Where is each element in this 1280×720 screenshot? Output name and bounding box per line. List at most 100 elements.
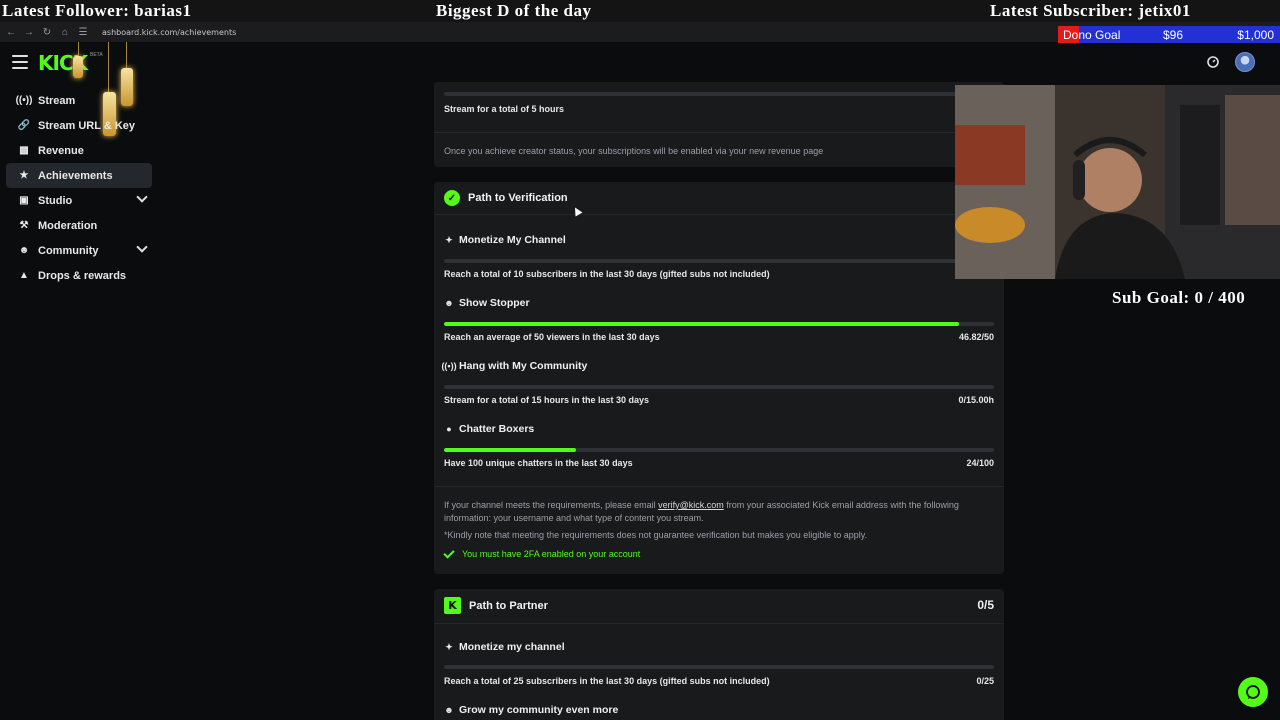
sidebar-item-label: Studio [38, 194, 73, 207]
progress-track [444, 259, 994, 263]
requirement-title: ● Chatter Boxers [444, 423, 534, 435]
chat-icon: ● [446, 424, 452, 434]
wrench-icon: ⚒ [19, 220, 29, 231]
sidebar-item-stream-url-key[interactable]: 🔗 Stream URL & Key [6, 113, 152, 138]
kick-badge-icon: K [444, 597, 461, 614]
stream-overlay-bar: Latest Follower: barias1 Biggest D of th… [0, 0, 1280, 22]
requirement-title-text: Show Stopper [459, 297, 530, 309]
chevron-down-icon[interactable] [136, 191, 148, 203]
latest-follower-text: Latest Follower: barias1 [2, 1, 192, 20]
progress-track [444, 322, 994, 326]
verification-disclaimer: *Kindly note that meeting the requiremen… [444, 530, 868, 540]
chat-support-button[interactable] [1238, 677, 1268, 707]
progress-fill [444, 322, 960, 326]
requirement-description: Reach an average of 50 viewers in the la… [444, 332, 660, 342]
back-icon[interactable]: ← [4, 25, 18, 39]
people-icon: ☻ [444, 705, 454, 715]
beta-label: BETA [90, 52, 103, 58]
menu-icon[interactable] [12, 55, 28, 69]
verification-info-line2: information: your username and what type… [444, 513, 704, 523]
requirement-description: Stream for a total of 5 hours [444, 104, 565, 114]
chat-icon [1246, 685, 1260, 699]
requirement-title: ☻ Grow my community even more [444, 704, 618, 716]
lantern-string [108, 42, 109, 92]
twofa-requirement: You must have 2FA enabled on your accoun… [443, 546, 641, 559]
chart-icon: ▩ [19, 145, 29, 156]
webcam-feed [955, 85, 1280, 279]
sidebar-item-label: Moderation [38, 219, 98, 232]
divider [434, 486, 1004, 487]
info-text: from your associated Kick email address … [723, 500, 959, 510]
lantern-string [78, 42, 79, 56]
sidebar-item-stream[interactable]: ((•)) Stream [6, 88, 152, 113]
divider [434, 214, 1004, 215]
verification-info-line1: If your channel meets the requirements, … [444, 500, 959, 510]
reload-icon[interactable]: ↻ [40, 25, 54, 39]
sidebar-item-community[interactable]: ☻ Community [6, 238, 152, 263]
sparkle-icon: ✦ [445, 234, 453, 245]
kick-header: KICK BETA [0, 42, 1280, 82]
verification-header: ✓ Path to Verification [444, 190, 568, 206]
url-bar[interactable]: ashboard.kick.com/achievements [96, 25, 242, 39]
sidebar-item-label: Achievements [38, 169, 113, 182]
notifications-icon[interactable] [1205, 54, 1221, 70]
site-info-icon[interactable]: ☰ [76, 25, 90, 39]
partner-count: 0/5 [977, 598, 994, 612]
sidebar-item-revenue[interactable]: ▩ Revenue [6, 138, 152, 163]
dono-goal-bar: Dono Goal $96 $1,000 [1058, 26, 1280, 43]
verification-card: ✓ Path to Verification ✦ Monetize My Cha… [434, 182, 1004, 574]
section-title: Path to Partner [469, 599, 548, 612]
avatar[interactable] [1235, 52, 1255, 72]
sidebar-item-label: Drops & rewards [38, 269, 127, 282]
latest-subscriber-text: Latest Subscriber: jetix01 [990, 1, 1191, 20]
verified-badge-icon: ✓ [444, 190, 460, 206]
forward-icon[interactable]: → [22, 25, 36, 39]
check-icon [443, 546, 455, 559]
dono-goal-current: $96 [1163, 27, 1184, 42]
webcam-image [955, 85, 1280, 279]
info-text: If your channel meets the requirements, … [444, 500, 659, 510]
requirement-title-text: Monetize my channel [459, 641, 565, 653]
requirement-value: 0/25 [976, 676, 994, 686]
people-icon: ☻ [18, 245, 30, 256]
screen: Latest Follower: barias1 Biggest D of th… [0, 0, 1280, 720]
sidebar-item-label: Revenue [38, 144, 84, 157]
section-title: Path to Verification [468, 192, 568, 204]
dono-goal-label: Dono Goal [1063, 27, 1121, 42]
requirement-title: ((•)) Hang with My Community [441, 360, 587, 372]
requirement-description: Have 100 unique chatters in the last 30 … [444, 458, 633, 468]
sidebar: ((•)) Stream 🔗 Stream URL & Key ▩ Revenu… [0, 88, 160, 288]
progress-track [444, 448, 994, 452]
lantern-decoration [73, 56, 83, 78]
twofa-text: You must have 2FA enabled on your accoun… [462, 549, 641, 559]
divider [434, 132, 1004, 133]
requirement-value: 46.82/50 [958, 332, 994, 342]
partner-header: K Path to Partner [444, 597, 548, 614]
sidebar-item-achievements[interactable]: ★ Achievements [6, 163, 152, 188]
requirement-title: ✦ Monetize My Channel [444, 234, 566, 246]
divider [434, 623, 1004, 624]
requirement-title: ✦ Monetize my channel [444, 641, 565, 653]
sparkle-icon: ✦ [445, 641, 453, 652]
sub-goal-text: Sub Goal: 0 / 400 [1112, 288, 1246, 307]
progress-track [444, 665, 994, 669]
progress-track [444, 92, 994, 96]
dono-goal-target: $1,000 [1237, 27, 1274, 42]
home-icon[interactable]: ⌂ [58, 25, 72, 39]
sidebar-item-moderation[interactable]: ⚒ Moderation [6, 213, 152, 238]
chevron-down-icon[interactable] [136, 241, 148, 253]
overlay-center-title: Biggest D of the day [436, 1, 592, 20]
requirement-title-text: Grow my community even more [459, 704, 619, 716]
partner-card: K Path to Partner 0/5 ✦ Monetize my chan… [434, 589, 1004, 720]
trophy-icon: ★ [19, 170, 29, 181]
link-icon: 🔗 [17, 120, 31, 131]
studio-icon: ▣ [19, 195, 29, 206]
verify-email-link[interactable]: verify@kick.com [658, 500, 724, 510]
progress-fill [444, 448, 576, 452]
sidebar-item-studio[interactable]: ▣ Studio [6, 188, 152, 213]
sidebar-item-drops-rewards[interactable]: ▲ Drops & rewards [6, 263, 152, 288]
lantern-string [126, 42, 127, 68]
broadcast-icon: ((•)) [15, 95, 33, 106]
gift-icon: ▲ [19, 270, 29, 281]
requirement-value: 0/15.00h [958, 395, 994, 405]
